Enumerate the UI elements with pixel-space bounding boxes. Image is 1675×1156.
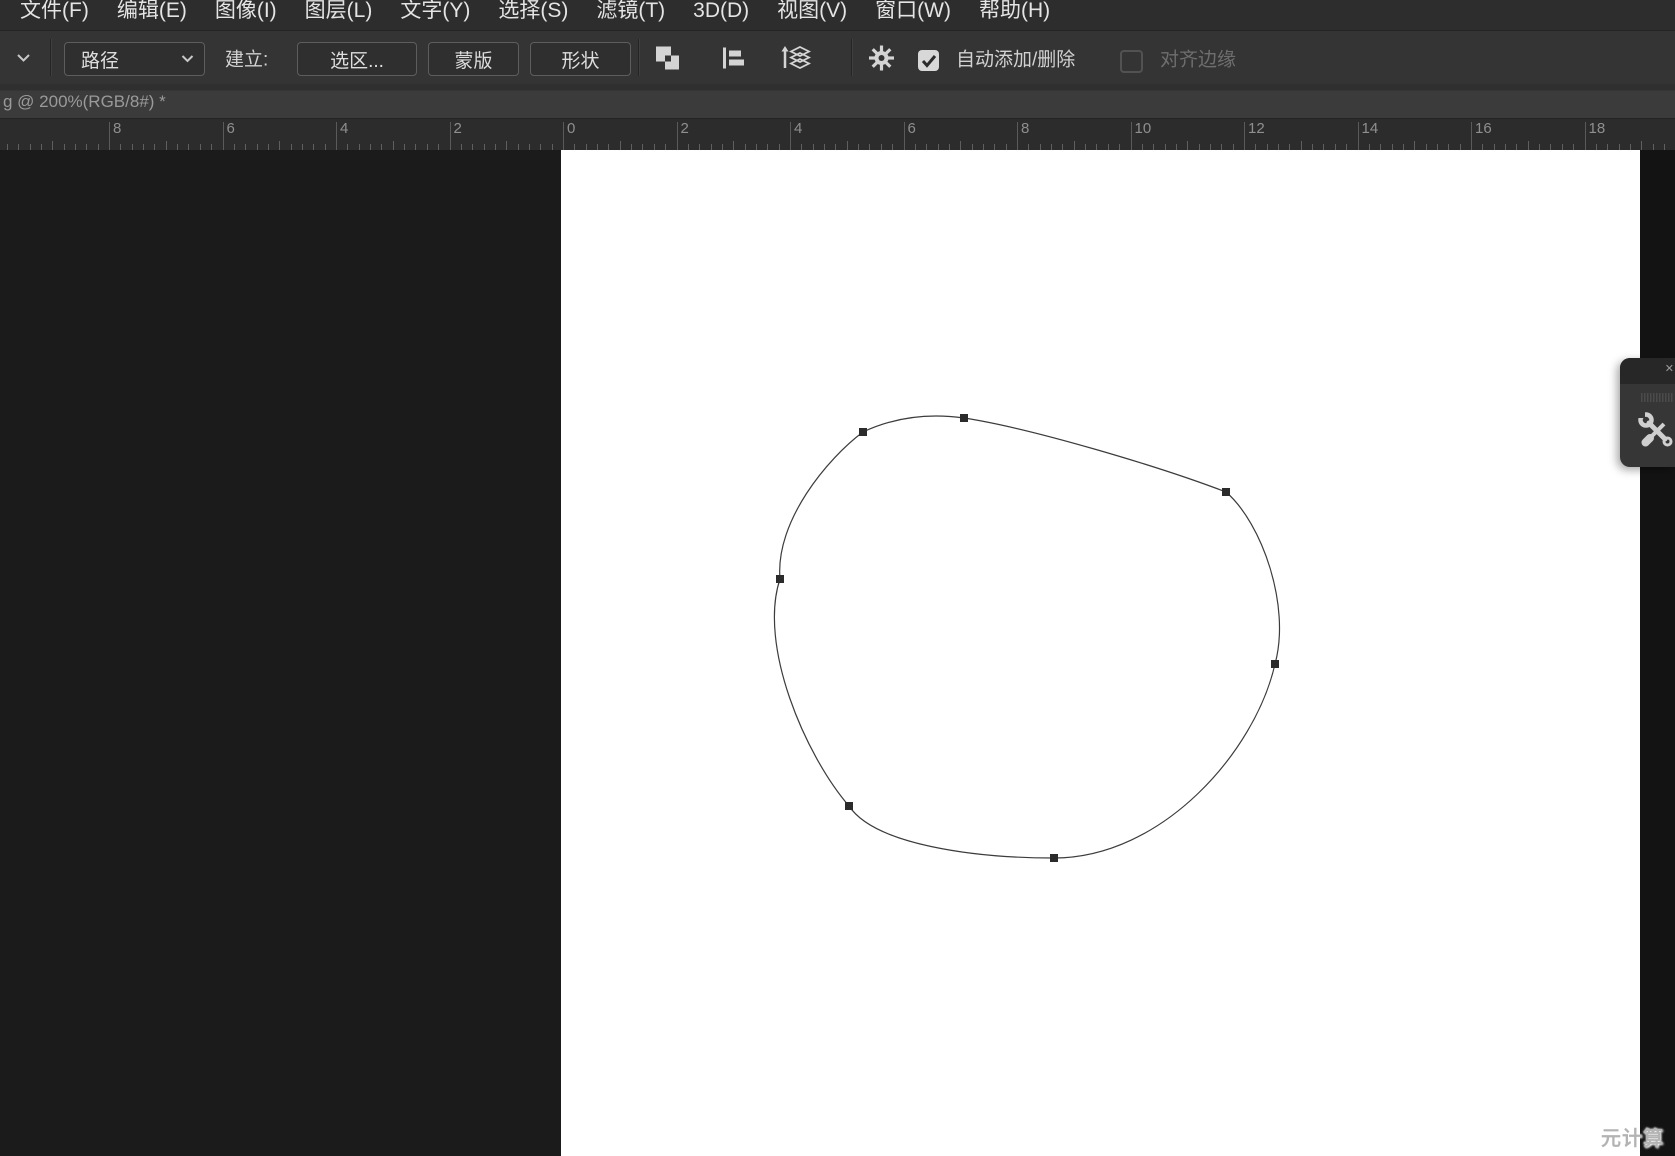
ruler-tick-label: 2 <box>681 120 689 137</box>
tool-preset-chevron-down-icon[interactable] <box>16 53 31 62</box>
menu-item[interactable]: 窗口(W) <box>875 0 951 29</box>
ruler-tick-label: 12 <box>1248 120 1265 137</box>
ruler-major-tick <box>1358 122 1359 150</box>
document-tab-bar: g @ 200%(RGB/8#) * <box>0 84 1675 118</box>
pasteboard <box>0 150 561 1156</box>
right-edge-strip <box>1640 150 1675 1156</box>
path-arrangement-icon[interactable] <box>781 46 812 70</box>
ruler-minor-tick <box>279 141 280 150</box>
ruler-tick-label: 10 <box>1135 120 1152 137</box>
ruler-major-tick <box>1017 122 1018 150</box>
ruler-tick-label: 0 <box>567 120 575 137</box>
ruler-tick-label: 16 <box>1475 120 1492 137</box>
menu-item[interactable]: 文字(Y) <box>400 0 470 29</box>
ruler-tick-label: 6 <box>908 120 916 137</box>
document-canvas[interactable] <box>561 150 1640 1156</box>
ruler-tick-label: 2 <box>454 120 462 137</box>
ruler-major-tick <box>336 122 337 150</box>
wrench-screwdriver-icon[interactable] <box>1637 410 1675 452</box>
tool-mode-dropdown[interactable]: 路径 <box>64 42 205 76</box>
side-panel-header[interactable]: ✕ <box>1620 358 1675 384</box>
ruler-minor-tick <box>1528 141 1529 150</box>
make-button[interactable]: 蒙版 <box>428 42 519 76</box>
ruler-minor-tick <box>393 141 394 150</box>
ruler-major-tick <box>1471 122 1472 150</box>
ruler-major-tick <box>904 122 905 150</box>
menu-item[interactable]: 文件(F) <box>20 0 89 29</box>
ruler-minor-tick <box>733 141 734 150</box>
menu-item[interactable]: 视图(V) <box>777 0 847 29</box>
menu-item[interactable]: 编辑(E) <box>117 0 187 29</box>
make-button[interactable]: 形状 <box>530 42 631 76</box>
menu-item[interactable]: 3D(D) <box>693 0 749 29</box>
document-tab[interactable]: g @ 200%(RGB/8#) * <box>3 92 166 112</box>
ruler-minor-tick <box>960 141 961 150</box>
gear-icon[interactable] <box>868 44 895 71</box>
ruler-tick-label: 8 <box>113 120 121 137</box>
ruler-major-tick <box>563 122 564 150</box>
check-icon <box>921 54 937 68</box>
ruler-minor-tick <box>166 141 167 150</box>
workspace <box>0 150 1675 1156</box>
ruler-tick-label: 8 <box>1021 120 1029 137</box>
ruler-major-tick <box>223 122 224 150</box>
menu-item[interactable]: 滤镜(T) <box>596 0 665 29</box>
grip-texture <box>1641 393 1674 402</box>
ruler-tick-label: 4 <box>794 120 802 137</box>
separator <box>638 39 640 76</box>
ruler-major-tick <box>790 122 791 150</box>
separator <box>851 39 853 76</box>
ruler-tick-label: 18 <box>1589 120 1606 137</box>
side-flyout-panel[interactable]: ✕ <box>1620 358 1675 467</box>
ruler-minor-tick <box>1414 141 1415 150</box>
ruler-minor-tick <box>1187 141 1188 150</box>
menu-item[interactable]: 帮助(H) <box>979 0 1050 29</box>
auto-add-delete-checkbox[interactable] <box>918 50 939 71</box>
horizontal-ruler[interactable]: 8 6 4 2 0 2 4 6 8 10 12 14 16 18 <box>0 118 1675 150</box>
ruler-minor-tick <box>1641 141 1642 150</box>
separator <box>50 39 52 76</box>
menu-item[interactable]: 图像(I) <box>215 0 277 29</box>
menu-item[interactable]: 图层(L) <box>305 0 373 29</box>
ruler-minor-tick <box>1301 141 1302 150</box>
ruler-tick-label: 6 <box>227 120 235 137</box>
ruler-major-tick <box>450 122 451 150</box>
align-edges-label: 对齐边缘 <box>1160 44 1236 71</box>
ruler-minor-tick <box>1074 141 1075 150</box>
make-button[interactable]: 选区... <box>297 42 417 76</box>
make-label: 建立: <box>225 44 268 71</box>
close-icon[interactable]: ✕ <box>1665 364 1674 375</box>
watermark: 元计算 <box>1601 1122 1664 1151</box>
ruler-major-tick <box>677 122 678 150</box>
ruler-major-tick <box>1244 122 1245 150</box>
ruler-major-tick <box>1131 122 1132 150</box>
ruler-minor-tick <box>52 141 53 150</box>
menu-item[interactable]: 选择(S) <box>498 0 568 29</box>
tool-mode-value: 路径 <box>81 46 119 73</box>
ruler-minor-tick <box>506 141 507 150</box>
menu-bar: 文件(F) 编辑(E) 图像(I) 图层(L) 文字(Y) 选择(S) 滤镜(T) 3D(D)… <box>0 0 1675 30</box>
align-edges-checkbox[interactable] <box>1120 50 1143 73</box>
options-bar: 路径 建立: 选区... 蒙版形状 <box>0 30 1675 84</box>
ruler-tick-label: 14 <box>1362 120 1379 137</box>
ruler-minor-tick <box>847 141 848 150</box>
ruler-tick-label: 4 <box>340 120 348 137</box>
chevron-down-icon <box>181 55 194 63</box>
path-alignment-icon[interactable] <box>723 47 744 68</box>
ruler-major-tick <box>109 122 110 150</box>
auto-add-delete-label: 自动添加/删除 <box>956 44 1075 71</box>
ruler-minor-tick <box>620 141 621 150</box>
ruler-major-tick <box>1585 122 1586 150</box>
path-operations-icon[interactable] <box>655 45 680 70</box>
